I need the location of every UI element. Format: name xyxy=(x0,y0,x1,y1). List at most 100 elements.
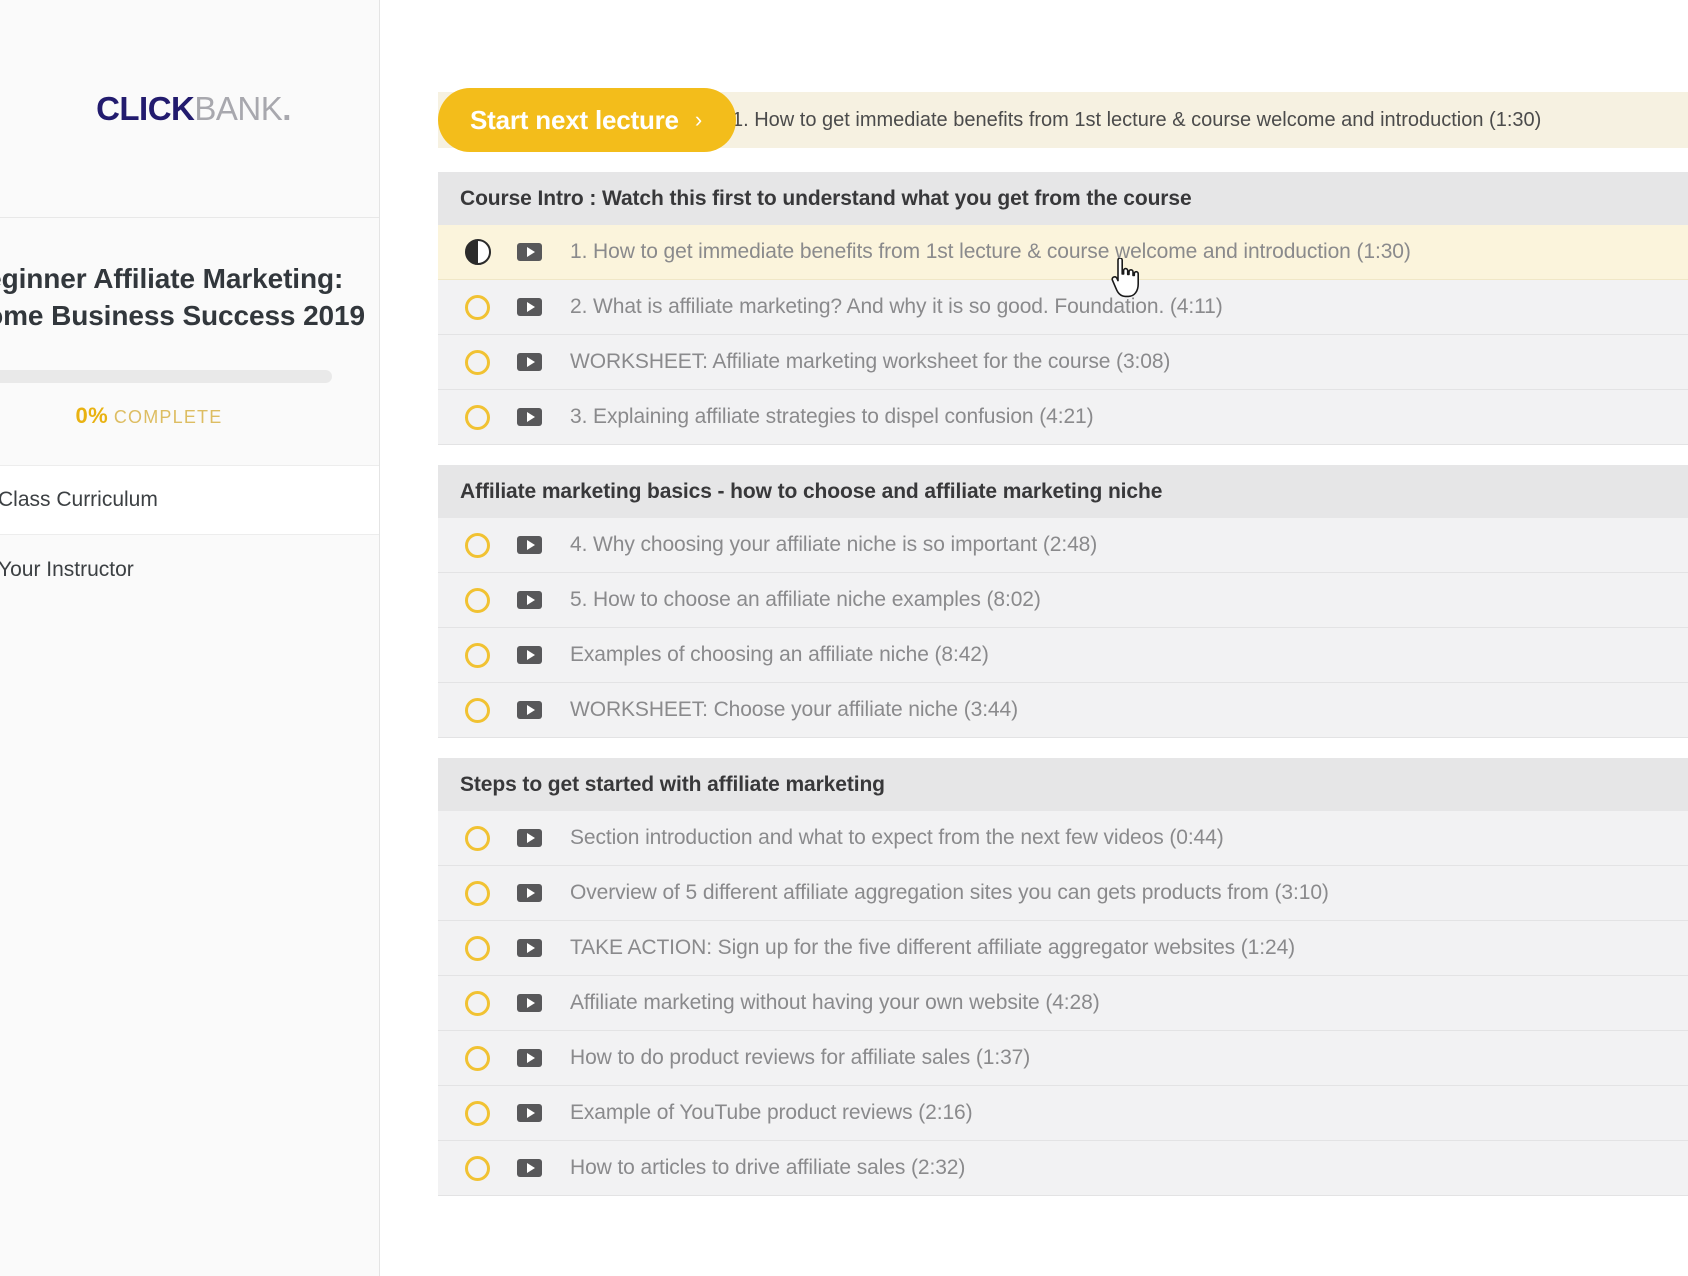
half-filled-circle-icon[interactable] xyxy=(464,239,491,265)
video-play-icon xyxy=(517,939,542,957)
lecture-type-cell xyxy=(517,1159,570,1177)
lecture-row[interactable]: How to articles to drive affiliate sales… xyxy=(438,1141,1688,1196)
lecture-type-cell xyxy=(517,884,570,902)
sidebar-item-class-curriculum[interactable]: Class Curriculum xyxy=(0,465,379,536)
section-header: Steps to get started with affiliate mark… xyxy=(438,758,1688,811)
empty-circle-icon[interactable] xyxy=(465,642,490,668)
lecture-status-cell xyxy=(438,1155,517,1181)
play-triangle-icon xyxy=(526,833,535,843)
video-play-icon xyxy=(517,1159,542,1177)
lecture-row[interactable]: How to do product reviews for affiliate … xyxy=(438,1031,1688,1086)
lecture-row[interactable]: TAKE ACTION: Sign up for the five differ… xyxy=(438,921,1688,976)
lecture-row[interactable]: 2. What is affiliate marketing? And why … xyxy=(438,280,1688,335)
lecture-type-cell xyxy=(517,591,570,609)
lecture-row[interactable]: WORKSHEET: Choose your affiliate niche (… xyxy=(438,683,1688,738)
lecture-row[interactable]: 1. How to get immediate benefits from 1s… xyxy=(438,225,1688,280)
empty-circle-icon[interactable] xyxy=(465,935,490,961)
lecture-title: 4. Why choosing your affiliate niche is … xyxy=(570,533,1098,556)
lecture-row[interactable]: 5. How to choose an affiliate niche exam… xyxy=(438,573,1688,628)
lecture-row[interactable]: Affiliate marketing without having your … xyxy=(438,976,1688,1031)
play-triangle-icon xyxy=(526,1053,535,1063)
empty-circle-icon[interactable] xyxy=(465,1045,490,1071)
empty-circle-icon[interactable] xyxy=(465,294,490,320)
lecture-type-cell xyxy=(517,408,570,426)
lecture-title: How to articles to drive affiliate sales… xyxy=(570,1156,966,1179)
empty-circle-icon[interactable] xyxy=(465,825,490,851)
lecture-type-cell xyxy=(517,353,570,371)
next-lecture-bar: Start next lecture › 1. How to get immed… xyxy=(438,88,1688,152)
chevron-right-icon: › xyxy=(694,107,702,132)
lecture-title: Affiliate marketing without having your … xyxy=(570,991,1100,1014)
video-play-icon xyxy=(517,829,542,847)
sidebar-logo-area: CLICKBANK. xyxy=(0,0,379,218)
lecture-row[interactable]: WORKSHEET: Affiliate marketing worksheet… xyxy=(438,335,1688,390)
progress-percent: 0% xyxy=(75,403,109,429)
lecture-type-cell xyxy=(517,298,570,316)
video-play-icon xyxy=(517,701,542,719)
lecture-type-cell xyxy=(517,939,570,957)
play-triangle-icon xyxy=(526,595,535,605)
lecture-title: How to do product reviews for affiliate … xyxy=(570,1046,1031,1069)
clickbank-logo[interactable]: CLICKBANK. xyxy=(96,90,291,128)
video-play-icon xyxy=(517,536,542,554)
lecture-status-cell xyxy=(438,587,517,613)
lecture-type-cell xyxy=(517,829,570,847)
lecture-title: Examples of choosing an affiliate niche … xyxy=(570,643,989,666)
lecture-type-cell xyxy=(517,1104,570,1122)
lecture-title: WORKSHEET: Choose your affiliate niche (… xyxy=(570,698,1018,721)
video-play-icon xyxy=(517,408,542,426)
sidebar: CLICKBANK. Beginner Affiliate Marketing:… xyxy=(0,0,380,1276)
lecture-status-cell xyxy=(438,1045,517,1071)
course-progress-label: 0% COMPLETE xyxy=(0,403,332,429)
sidebar-item-label: Your Instructor xyxy=(0,558,134,582)
lecture-status-cell xyxy=(438,697,517,723)
video-play-icon xyxy=(517,1049,542,1067)
lecture-title: 3. Explaining affiliate strategies to di… xyxy=(570,405,1094,428)
lecture-row[interactable]: 3. Explaining affiliate strategies to di… xyxy=(438,390,1688,445)
section-header: Course Intro : Watch this first to under… xyxy=(438,172,1688,225)
empty-circle-icon[interactable] xyxy=(465,697,490,723)
play-triangle-icon xyxy=(526,888,535,898)
course-title: Beginner Affiliate Marketing: Home Busin… xyxy=(0,263,365,332)
play-triangle-icon xyxy=(526,705,535,715)
empty-circle-icon[interactable] xyxy=(465,1100,490,1126)
empty-circle-icon[interactable] xyxy=(465,990,490,1016)
lecture-title: TAKE ACTION: Sign up for the five differ… xyxy=(570,936,1296,959)
empty-circle-icon[interactable] xyxy=(465,404,490,430)
lecture-status-cell xyxy=(438,1100,517,1126)
play-triangle-icon xyxy=(526,412,535,422)
empty-circle-icon[interactable] xyxy=(465,587,490,613)
video-play-icon xyxy=(517,298,542,316)
lecture-status-cell xyxy=(438,825,517,851)
lecture-status-cell xyxy=(438,935,517,961)
empty-circle-icon[interactable] xyxy=(465,1155,490,1181)
lecture-title: Section introduction and what to expect … xyxy=(570,826,1224,849)
curriculum-section: Steps to get started with affiliate mark… xyxy=(380,758,1688,1196)
empty-circle-icon[interactable] xyxy=(465,349,490,375)
start-next-lecture-button[interactable]: Start next lecture › xyxy=(438,88,736,152)
empty-circle-icon[interactable] xyxy=(465,532,490,558)
lecture-type-cell xyxy=(517,646,570,664)
video-play-icon xyxy=(517,1104,542,1122)
lecture-row[interactable]: Overview of 5 different affiliate aggreg… xyxy=(438,866,1688,921)
lecture-status-cell xyxy=(438,404,517,430)
lecture-title: 2. What is affiliate marketing? And why … xyxy=(570,295,1223,318)
curriculum-section: Course Intro : Watch this first to under… xyxy=(380,172,1688,445)
next-lecture-title: 1. How to get immediate benefits from 1s… xyxy=(732,108,1542,131)
lecture-title: Example of YouTube product reviews (2:16… xyxy=(570,1101,973,1124)
lecture-status-cell xyxy=(438,239,517,265)
curriculum-section: Affiliate marketing basics - how to choo… xyxy=(380,465,1688,738)
lecture-type-cell xyxy=(517,243,570,261)
start-next-lecture-label: Start next lecture xyxy=(470,104,679,135)
lecture-row[interactable]: Section introduction and what to expect … xyxy=(438,811,1688,866)
lecture-title: 1. How to get immediate benefits from 1s… xyxy=(570,240,1411,263)
lecture-row[interactable]: Examples of choosing an affiliate niche … xyxy=(438,628,1688,683)
lecture-row[interactable]: 4. Why choosing your affiliate niche is … xyxy=(438,518,1688,573)
sidebar-item-your-instructor[interactable]: Your Instructor xyxy=(0,535,379,605)
lecture-row[interactable]: Example of YouTube product reviews (2:16… xyxy=(438,1086,1688,1141)
empty-circle-icon[interactable] xyxy=(465,880,490,906)
play-triangle-icon xyxy=(526,943,535,953)
play-triangle-icon xyxy=(526,650,535,660)
lecture-status-cell xyxy=(438,642,517,668)
play-triangle-icon xyxy=(526,302,535,312)
